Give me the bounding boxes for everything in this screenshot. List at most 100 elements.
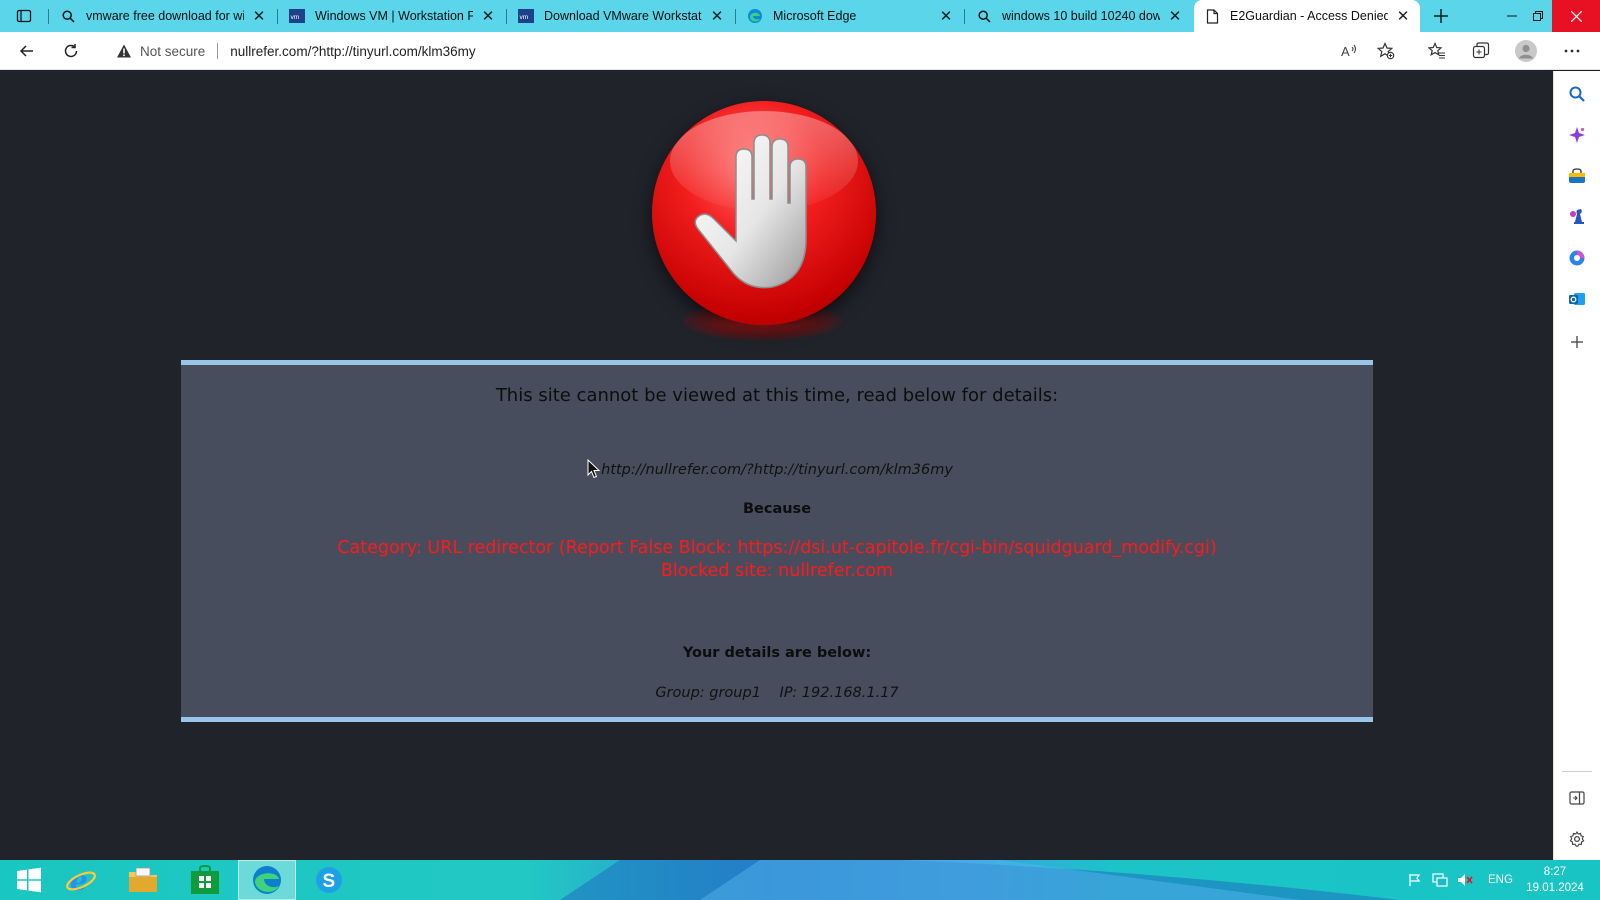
- sparkle-icon: [1569, 127, 1585, 143]
- avatar: [1515, 40, 1537, 62]
- address-bar[interactable]: Not secure nullrefer.com/?http://tinyurl…: [110, 36, 1400, 66]
- tab-download-vmware[interactable]: vm Download VMware Workstation ✕: [508, 0, 734, 32]
- details-heading: Your details are below:: [682, 645, 872, 661]
- tab-separator: [48, 9, 49, 24]
- minimize-icon: [1507, 15, 1517, 17]
- stop-circle: [652, 101, 876, 325]
- tab-title: Download VMware Workstation: [544, 9, 702, 23]
- blocked-url: http://nullrefer.com/?http://tinyurl.com…: [601, 462, 953, 478]
- because-label: Because: [742, 501, 812, 517]
- edge-icon: [253, 866, 281, 894]
- tab-separator: [735, 9, 736, 24]
- back-arrow-icon: [19, 45, 33, 57]
- mouse-cursor-icon: [587, 459, 601, 479]
- plus-icon: [1434, 9, 1448, 23]
- search-icon: [1569, 86, 1585, 102]
- sidebar-divider: [1562, 771, 1592, 772]
- close-tab-icon[interactable]: ✕: [937, 7, 955, 25]
- group-value: Group: group1: [655, 685, 761, 701]
- svg-text:vm: vm: [520, 14, 529, 21]
- office-icon: [1569, 250, 1585, 266]
- minimize-button[interactable]: [1498, 0, 1526, 32]
- ip-value: IP: 192.168.1.17: [779, 685, 899, 701]
- add-favorite-button[interactable]: [1372, 37, 1400, 65]
- settings-more-button[interactable]: [1558, 37, 1586, 65]
- access-denied-panel: This site cannot be viewed at this time,…: [181, 360, 1373, 722]
- collections-button[interactable]: [1467, 37, 1495, 65]
- close-tab-icon[interactable]: ✕: [479, 7, 497, 25]
- refresh-icon: [64, 44, 78, 58]
- stop-hand-icon: [694, 134, 807, 289]
- action-center-flag[interactable]: [1408, 860, 1422, 900]
- tab-separator: [277, 9, 278, 24]
- sidebar-collapse-icon: [1569, 791, 1585, 805]
- tab-title: vmware free download for windows: [86, 9, 244, 23]
- favorites-button[interactable]: [1423, 37, 1451, 65]
- tab-vmware-search[interactable]: vmware free download for windows ✕: [50, 0, 276, 32]
- sidebar-outlook-button[interactable]: [1566, 288, 1588, 310]
- tab-separator: [506, 9, 507, 24]
- tab-windows10-search[interactable]: windows 10 build 10240 download ✕: [966, 0, 1192, 32]
- collections-icon: [1472, 42, 1490, 59]
- user-details: Group: group1 IP: 192.168.1.17: [181, 685, 1373, 701]
- taskbar-edge[interactable]: [238, 860, 296, 900]
- svg-text:vm: vm: [291, 14, 300, 21]
- sidebar-settings-button[interactable]: [1566, 828, 1588, 850]
- volume-tray[interactable]: [1457, 860, 1473, 900]
- profile-button[interactable]: [1512, 37, 1540, 65]
- internet-explorer-icon: e: [66, 864, 96, 896]
- chess-piece-icon: [1570, 209, 1584, 224]
- not-secure-label[interactable]: Not secure: [140, 44, 205, 59]
- url-text[interactable]: nullrefer.com/?http://tinyurl.com/klm36m…: [230, 44, 475, 59]
- block-category[interactable]: Category: URL redirector (Report False B…: [181, 537, 1373, 560]
- taskbar-file-explorer[interactable]: [114, 860, 172, 900]
- close-window-button[interactable]: [1552, 0, 1600, 32]
- browser-toolbar: Not secure nullrefer.com/?http://tinyurl…: [0, 32, 1600, 70]
- tab-title: E2Guardian - Access Denied: [1230, 9, 1388, 23]
- taskbar-internet-explorer[interactable]: e: [52, 860, 110, 900]
- warning-icon: [117, 44, 131, 58]
- svg-text:S: S: [323, 871, 336, 892]
- volume-muted-icon: [1458, 874, 1473, 886]
- read-aloud-button[interactable]: A: [1336, 37, 1364, 65]
- restore-button[interactable]: [1524, 0, 1552, 32]
- close-tab-icon[interactable]: ✕: [250, 7, 268, 25]
- tab-title: Microsoft Edge: [773, 9, 857, 23]
- sidebar-copilot-button[interactable]: [1566, 124, 1588, 146]
- start-button[interactable]: [0, 860, 58, 900]
- block-reason: Category: URL redirector (Report False B…: [181, 537, 1373, 583]
- sidebar-games-button[interactable]: [1566, 206, 1588, 228]
- close-tab-icon[interactable]: ✕: [1166, 7, 1184, 25]
- sidebar-hide-button[interactable]: [1566, 787, 1588, 809]
- clock-time: 8:27: [1543, 866, 1567, 878]
- tab-e2guardian-access-denied[interactable]: E2Guardian - Access Denied ✕: [1194, 0, 1420, 32]
- back-button[interactable]: [13, 37, 41, 65]
- skype-icon: S: [316, 867, 342, 893]
- folder-icon: [129, 867, 157, 892]
- tab-microsoft-edge[interactable]: Microsoft Edge ✕: [737, 0, 963, 32]
- sidebar-search-button[interactable]: [1566, 83, 1588, 105]
- svg-text:A: A: [1341, 44, 1350, 59]
- clock-date: 19.01.2024: [1526, 882, 1584, 894]
- sidebar-shopping-button[interactable]: [1566, 165, 1588, 187]
- tab-actions-button[interactable]: [8, 4, 40, 28]
- store-icon: [191, 865, 219, 894]
- new-tab-button[interactable]: [1429, 4, 1453, 28]
- close-tab-icon[interactable]: ✕: [708, 7, 726, 25]
- tab-strip: vmware free download for windows ✕ vm Wi…: [0, 0, 1600, 32]
- sidebar-office-button[interactable]: [1566, 247, 1588, 269]
- tab-title: Windows VM | Workstation Pro: [315, 9, 473, 23]
- taskbar-skype[interactable]: S: [300, 860, 358, 900]
- restore-icon: [1533, 11, 1543, 21]
- network-tray[interactable]: [1432, 860, 1448, 900]
- refresh-button[interactable]: [57, 37, 85, 65]
- more-icon: [1564, 49, 1580, 53]
- read-aloud-icon: A: [1341, 44, 1357, 59]
- blocked-site: Blocked site: nullrefer.com: [660, 561, 894, 581]
- sidebar-add-button[interactable]: [1566, 331, 1588, 353]
- clock[interactable]: 8:27 19.01.2024: [1510, 864, 1600, 896]
- tab-windows-vm[interactable]: vm Windows VM | Workstation Pro ✕: [279, 0, 505, 32]
- close-tab-icon[interactable]: ✕: [1394, 7, 1412, 25]
- shopping-bag-icon: [1569, 168, 1585, 183]
- taskbar-store[interactable]: [176, 860, 234, 900]
